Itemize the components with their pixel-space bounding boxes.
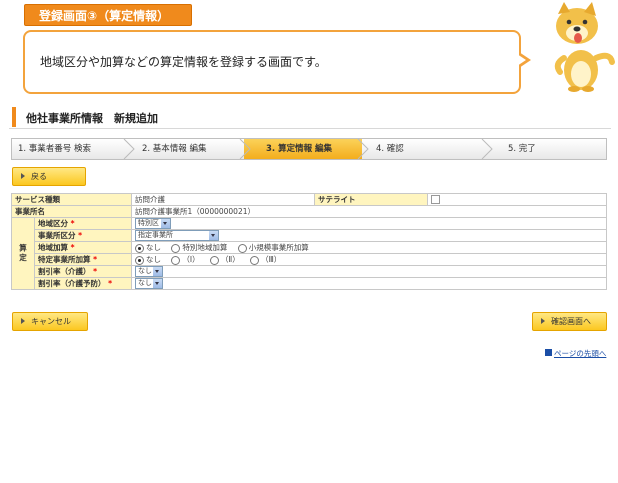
office-name-label: 事業所名	[11, 205, 132, 218]
specific-addition-label: 特定事業所加算 *	[34, 253, 132, 266]
discount-care-label: 割引率（介護） *	[34, 265, 132, 278]
chevron-down-icon	[161, 219, 170, 228]
chevron-down-icon	[153, 279, 162, 288]
region-label: 地域区分 *	[34, 217, 132, 230]
page-top-link[interactable]: ページの先頭へ	[554, 348, 606, 359]
discount-prevention-select[interactable]: なし	[135, 278, 163, 289]
arrow-right-icon	[541, 317, 545, 324]
office-class-select[interactable]: 指定事業所	[135, 230, 219, 241]
office-name-value: 訪問介護事業所1（0000000021）	[131, 205, 607, 218]
heading-accent-bar	[12, 107, 16, 127]
page-title: 他社事業所情報 新規追加	[26, 112, 158, 125]
step-progress-bar: 1. 事業者番号 検索 2. 基本情報 編集 3. 算定情報 編集 4. 確認 …	[11, 138, 607, 160]
banner-description: 地域区分や加算などの算定情報を登録する画面です。	[40, 55, 327, 69]
confirm-button[interactable]: 確認画面へ	[532, 312, 607, 331]
region-addition-option[interactable]: 特別地域加算	[171, 243, 227, 253]
arrow-right-icon	[21, 317, 25, 324]
calculation-group-label: 算定	[11, 217, 35, 290]
region-addition-radios: なし 特別地域加算 小規模事業所加算	[131, 241, 607, 254]
cancel-button[interactable]: キャンセル	[12, 312, 88, 331]
service-type-value: 訪問介護	[131, 193, 315, 206]
specific-addition-option[interactable]: なし	[135, 255, 161, 265]
back-button[interactable]: 戻る	[12, 167, 86, 186]
region-addition-option[interactable]: 小規模事業所加算	[237, 243, 309, 253]
arrow-right-icon	[21, 172, 25, 179]
region-addition-option[interactable]: なし	[135, 243, 161, 253]
step-chevrons	[123, 139, 493, 159]
banner-title: 登録画面③（算定情報）	[24, 4, 192, 26]
specific-addition-option[interactable]: （Ⅰ）	[171, 255, 200, 265]
specific-addition-radios: なし （Ⅰ） （Ⅱ） （Ⅲ）	[131, 253, 607, 266]
specific-addition-option[interactable]: （Ⅲ）	[250, 255, 281, 265]
chevron-down-icon	[209, 231, 218, 240]
dog-mascot-icon	[554, 2, 615, 92]
office-class-label: 事業所区分 *	[34, 229, 132, 242]
discount-prevention-label: 割引率（介護予防） *	[34, 277, 132, 290]
satellite-checkbox[interactable]	[431, 195, 440, 205]
region-select[interactable]: 特別区	[135, 218, 171, 229]
satellite-label: サテライト	[314, 193, 428, 206]
calculation-info-form: サービス種類 訪問介護 サテライト 事業所名 訪問介護事業所1（00000000…	[11, 193, 607, 290]
arrow-up-icon	[545, 349, 552, 356]
chevron-down-icon	[153, 267, 162, 276]
region-addition-label: 地域加算 *	[34, 241, 132, 254]
service-type-label: サービス種類	[11, 193, 132, 206]
specific-addition-option[interactable]: （Ⅱ）	[210, 255, 240, 265]
discount-care-select[interactable]: なし	[135, 266, 163, 277]
